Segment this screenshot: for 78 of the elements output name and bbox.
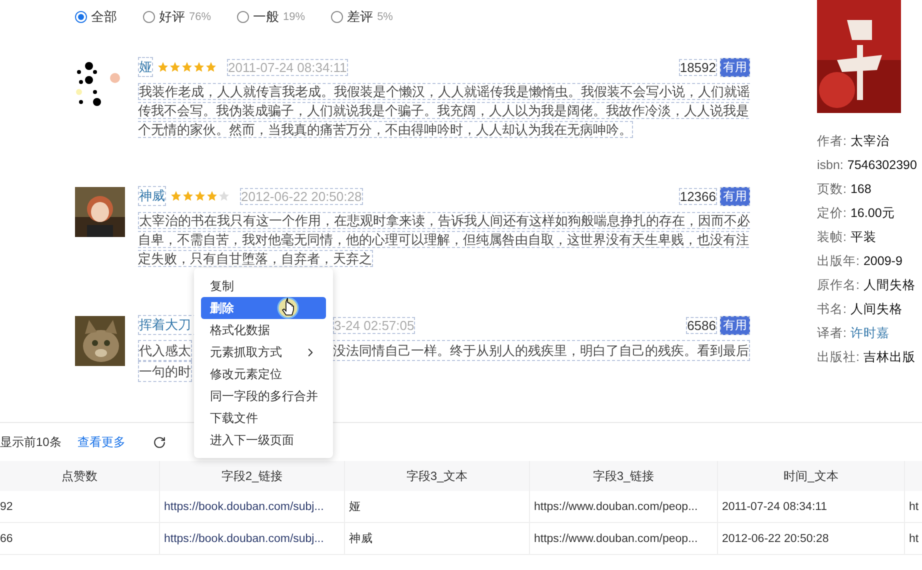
table-cell: 娅 — [345, 491, 530, 523]
info-value: 2009-9 — [863, 254, 902, 268]
info-label: isbn: — [817, 158, 844, 172]
useful-button[interactable]: 有用 — [720, 316, 750, 334]
rating-filter[interactable]: 一般 19% — [237, 8, 306, 26]
menu-item[interactable]: 复制 — [201, 275, 326, 297]
menu-item[interactable]: 同一字段的多行合并 — [201, 385, 326, 407]
info-label: 原作名: — [817, 276, 860, 294]
review-text: 我装作老成，人人就传言我老成。我假装是个懒汉，人人就谣传我是懒惰虫。我假装不会写小说，人们就谣传我不会写。我伪装成骗子，人们就说我是个骗子。我充阔，人人以为我是阔佬。我故作冷淡，人人说我是个无情的家伙。然而，当我真的痛苦万分，不由得呻吟时，人人却认为我在无病呻吟。 — [138, 82, 750, 139]
column-header: 字段3_文本 — [345, 461, 530, 491]
refresh-icon[interactable] — [153, 436, 166, 448]
info-value: 太宰治 — [850, 132, 890, 150]
column-header: 字段2_链接 — [160, 461, 345, 491]
menu-item[interactable]: 进入下一级页面 — [201, 429, 326, 451]
table-cell: https://book.douban.com/subj... — [160, 523, 345, 555]
info-value: 人間失格 — [863, 276, 916, 294]
star-icon — [194, 190, 206, 202]
column-header: 点赞数 — [0, 461, 160, 491]
user-name[interactable]: 神威 — [138, 186, 166, 206]
star-icon — [193, 61, 205, 73]
star-icon — [170, 190, 182, 202]
table-cell: ht — [905, 491, 922, 523]
review-text: 没法同情自己一样。终于从别人的残疾里，明白了自己的残疾。看到最后 — [332, 340, 750, 361]
user-name[interactable]: 娅 — [138, 57, 153, 77]
star-icon — [205, 61, 217, 73]
useful-button[interactable]: 有用 — [720, 186, 750, 206]
menu-item[interactable]: 下载文件 — [201, 407, 326, 429]
info-value: 平装 — [850, 228, 876, 246]
info-label: 出版社: — [817, 348, 860, 366]
info-value: 人间失格 — [850, 300, 902, 318]
info-value: 吉林出版 — [863, 348, 916, 366]
menu-item[interactable]: 元素抓取方式 — [201, 341, 326, 363]
column-header: 时间_文本 — [718, 461, 905, 491]
table-cell: https://www.douban.com/peop... — [530, 523, 718, 555]
table-cell: 神威 — [345, 523, 530, 555]
useful-button[interactable]: 有用 — [720, 58, 750, 76]
star-icon — [182, 190, 194, 202]
info-value: 7546302390 — [847, 158, 917, 172]
info-label: 出版年: — [817, 252, 860, 270]
review-text: 一句的时 — [138, 361, 192, 382]
table-cell: 2011-07-24 08:34:11 — [718, 491, 905, 523]
review-text: 太宰治的书在我只有这一个作用，在悲观时拿来读，告诉我人间还有这样如狗般喘息挣扎的存在，因而不必自卑，不需自苦，我对他毫无同情，他的心理可以理解，但纯属咎由自取，这世界没有天生卑贱，也没有注定失败，只有自甘堕落，自弃者，天弃之 — [138, 211, 750, 268]
star-icon — [218, 190, 230, 202]
menu-item[interactable]: 删除 — [201, 297, 326, 319]
review-date: 2012-06-22 20:50:28 — [240, 188, 363, 204]
menu-item[interactable]: 修改元素定位 — [201, 363, 326, 385]
star-icon — [181, 61, 193, 73]
table-cell: 92 — [0, 491, 160, 523]
info-label: 定价: — [817, 204, 846, 222]
table-cell: 66 — [0, 523, 160, 555]
rating-filter[interactable]: 好评 76% — [143, 8, 212, 26]
menu-item[interactable]: 格式化数据 — [201, 319, 326, 341]
view-more-link[interactable]: 查看更多 — [77, 434, 126, 450]
star-icon — [157, 61, 169, 73]
hand-cursor-icon — [277, 297, 299, 319]
table-cell: ht — [905, 523, 922, 555]
column-header: 字段3_链接 — [530, 461, 718, 491]
useful-count: 18592 — [678, 58, 717, 76]
table-cell: https://www.douban.com/peop... — [530, 491, 718, 523]
useful-count: 6586 — [686, 316, 717, 334]
info-label: 译者: — [817, 324, 846, 342]
info-label: 页数: — [817, 180, 846, 198]
table-cell: https://book.douban.com/subj... — [160, 491, 345, 523]
info-value: 16.00元 — [850, 204, 895, 222]
rating-filter[interactable]: 差评 5% — [331, 8, 393, 26]
info-label: 作者: — [817, 132, 846, 150]
info-label: 装帧: — [817, 228, 846, 246]
info-link[interactable]: 许时嘉 — [850, 324, 890, 342]
star-icon — [206, 190, 218, 202]
rating-filter[interactable]: 全部 — [75, 8, 117, 26]
row-limit-note: 显示前10条 — [0, 434, 62, 450]
table-cell: 2012-06-22 20:50:28 — [718, 523, 905, 555]
star-icon — [169, 61, 181, 73]
useful-count: 12366 — [678, 188, 717, 204]
info-label: 书名: — [817, 300, 846, 318]
info-value: 168 — [850, 182, 872, 196]
review-date: 2011-07-24 08:34:11 — [227, 58, 348, 76]
review-text: 代入感太 — [138, 340, 192, 361]
